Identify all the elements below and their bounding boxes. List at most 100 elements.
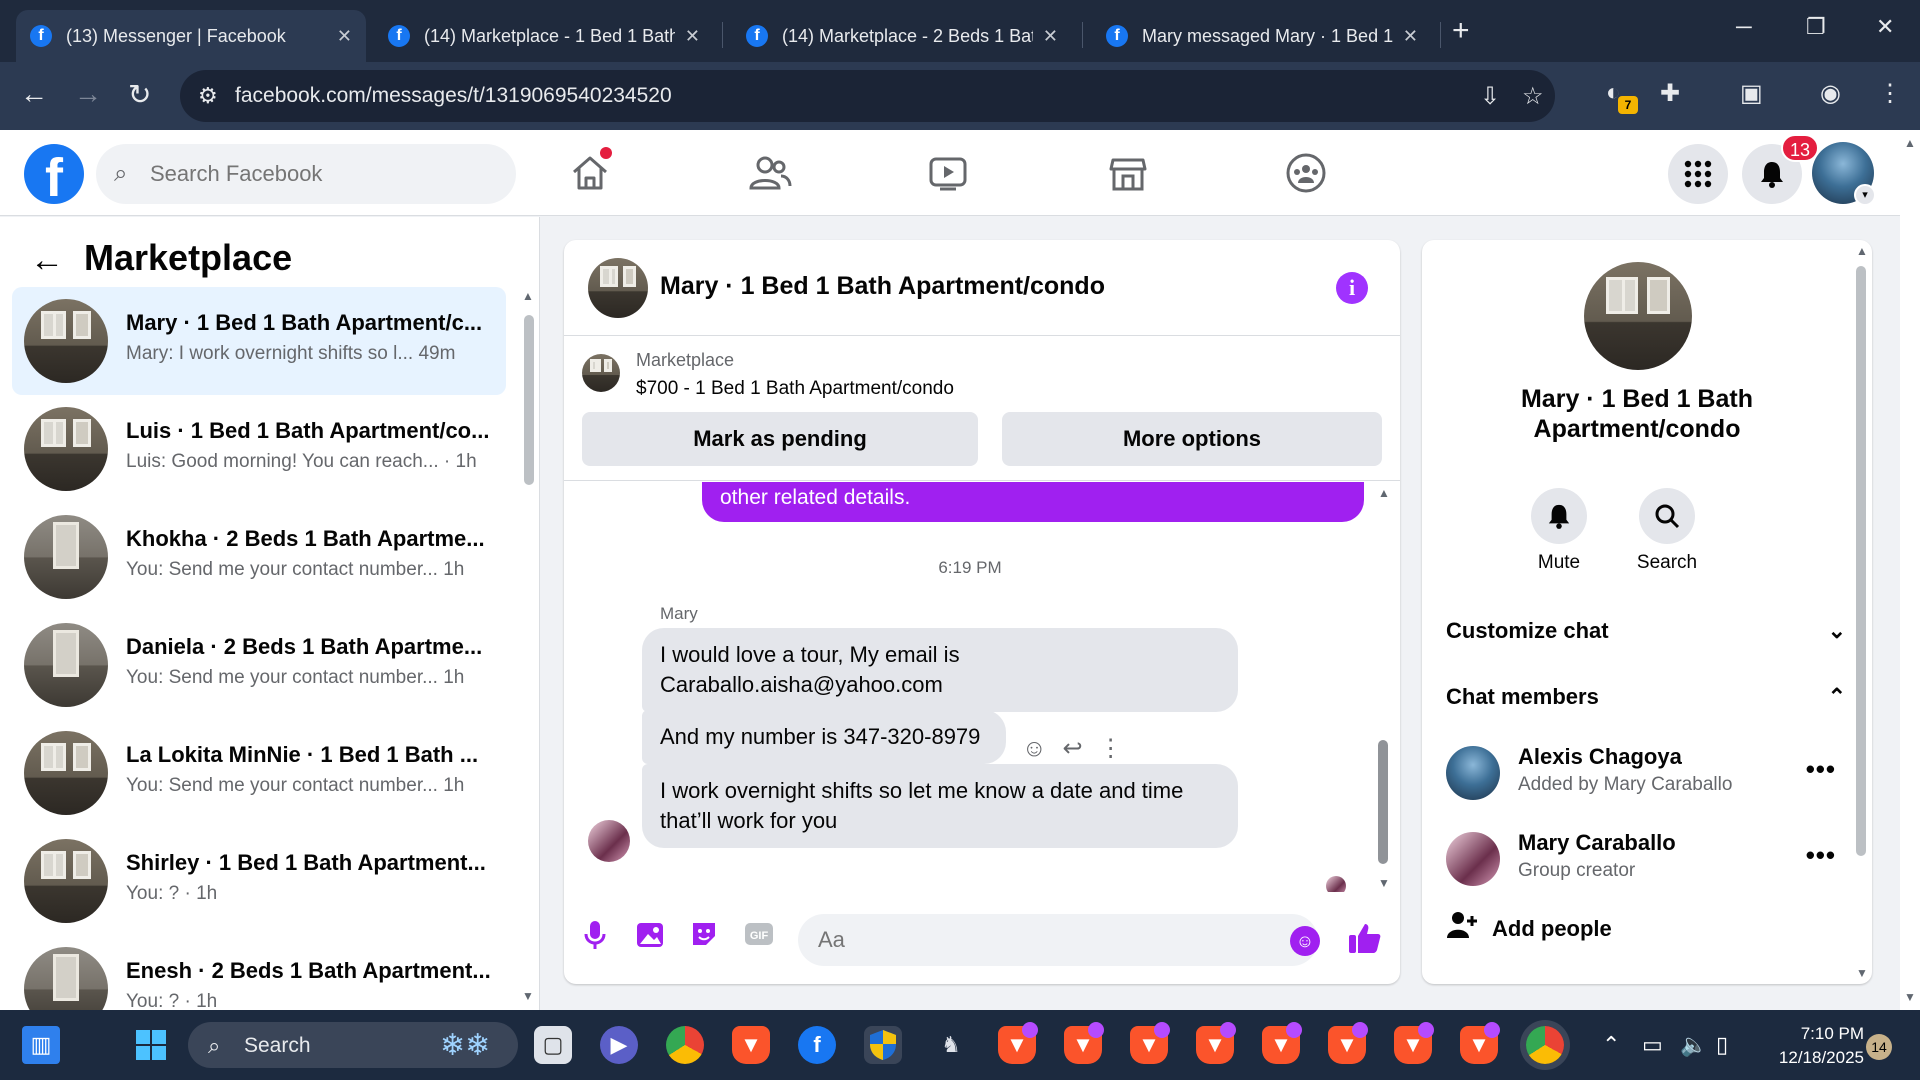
show-hidden-icons-icon[interactable]: ⌃ <box>1602 1032 1620 1058</box>
conversation-list-scrollbar[interactable] <box>524 315 534 485</box>
listing-price-title[interactable]: $700 - 1 Bed 1 Bath Apartment/condo <box>636 378 954 400</box>
bookmark-star-icon[interactable]: ☆ <box>1522 82 1544 111</box>
video-chat-icon[interactable]: ▶ <box>600 1026 638 1064</box>
back-arrow-icon[interactable]: ← <box>20 78 48 110</box>
incoming-message[interactable]: And my number is 347-320-8979 <box>642 710 1006 764</box>
close-tab-icon[interactable]: ✕ <box>337 26 352 47</box>
emoji-icon[interactable]: ☺ <box>1290 926 1320 956</box>
profile-icon[interactable]: ◉ <box>1820 79 1841 108</box>
gif-icon[interactable]: GIF <box>744 920 774 955</box>
taskbar-search-box[interactable]: ⌕ Search ❄❄ <box>188 1022 518 1068</box>
microphone-icon[interactable] <box>584 920 606 957</box>
info-panel-scrollbar[interactable] <box>1856 266 1866 856</box>
conversation-item[interactable]: Daniela · 2 Beds 1 Bath Apartme... You: … <box>12 611 506 719</box>
scroll-up-icon[interactable]: ▲ <box>522 289 534 303</box>
more-options-icon[interactable]: ••• <box>1806 840 1836 871</box>
search-in-conversation-button[interactable]: Search <box>1622 488 1712 574</box>
facebook-search-input[interactable] <box>150 154 490 194</box>
customize-chat-section[interactable]: Customize chat ⌄ <box>1446 618 1846 644</box>
address-bar[interactable]: ⚙ facebook.com/messages/t/13190695402345… <box>180 70 1555 122</box>
minimize-window-icon[interactable]: ─ <box>1736 14 1752 40</box>
chevron-down-icon[interactable]: ⌄ <box>1828 618 1846 644</box>
widgets-icon[interactable]: ▥ <box>22 1026 60 1064</box>
facebook-logo-icon[interactable]: f <box>24 144 84 204</box>
photo-icon[interactable] <box>636 920 666 955</box>
facebook-app-icon[interactable]: f <box>798 1026 836 1064</box>
member-item[interactable]: Alexis Chagoya Added by Mary Caraballo •… <box>1446 740 1846 810</box>
close-window-icon[interactable]: ✕ <box>1876 14 1894 40</box>
notification-center-badge[interactable]: 14 <box>1866 1034 1892 1060</box>
menu-grid-icon[interactable] <box>1668 144 1728 204</box>
close-tab-icon[interactable]: ✕ <box>1403 26 1418 47</box>
sticker-icon[interactable] <box>690 920 718 955</box>
tab-mary-messaged[interactable]: f Mary messaged Mary · 1 Bed 1 ✕ <box>1092 10 1432 62</box>
install-app-icon[interactable]: ⇩ <box>1480 82 1500 111</box>
conversation-item[interactable]: Shirley · 1 Bed 1 Bath Apartment... You:… <box>12 827 506 935</box>
url-text[interactable]: facebook.com/messages/t/1319069540234520 <box>235 84 672 108</box>
chat-members-section[interactable]: Chat members ⌃ <box>1446 684 1846 710</box>
site-info-icon[interactable]: ⚙ <box>198 83 218 109</box>
chrome-icon[interactable] <box>666 1026 704 1064</box>
conversation-photo[interactable] <box>1584 262 1692 370</box>
close-tab-icon[interactable]: ✕ <box>1043 26 1058 47</box>
more-options-icon[interactable]: ••• <box>1806 754 1836 785</box>
reload-icon[interactable]: ↻ <box>128 78 151 111</box>
incoming-message[interactable]: I would love a tour, My email is Carabal… <box>642 628 1238 712</box>
outgoing-message[interactable]: other related details. <box>702 482 1364 522</box>
sender-avatar[interactable] <box>588 820 630 862</box>
chat-thumbnail[interactable] <box>588 258 648 318</box>
forward-arrow-icon[interactable]: → <box>74 78 102 110</box>
browser-menu-icon[interactable]: ⋮ <box>1878 79 1902 108</box>
more-actions-icon[interactable]: ⋮ <box>1099 734 1123 763</box>
thumbs-up-icon[interactable] <box>1348 922 1382 962</box>
task-view-icon[interactable]: ▢ <box>534 1026 572 1064</box>
incoming-message[interactable]: I work overnight shifts so let me know a… <box>642 764 1238 848</box>
more-options-button[interactable]: More options <box>1002 412 1382 466</box>
new-tab-button[interactable]: + <box>1452 14 1470 48</box>
scroll-up-icon[interactable]: ▲ <box>1904 136 1916 150</box>
react-emoji-icon[interactable]: ☺ <box>1022 735 1047 763</box>
extensions-puzzle-icon[interactable]: ✚ <box>1660 79 1680 108</box>
back-arrow-icon[interactable]: ← <box>30 241 64 280</box>
tab-marketplace-1bed[interactable]: f (14) Marketplace - 1 Bed 1 Bath ✕ <box>374 10 714 62</box>
battery-icon[interactable]: ▯ <box>1716 1032 1728 1058</box>
scroll-up-icon[interactable]: ▲ <box>1856 244 1868 258</box>
conversation-item[interactable]: La Lokita MinNie · 1 Bed 1 Bath ... You:… <box>12 719 506 827</box>
tab-messenger[interactable]: f (13) Messenger | Facebook ✕ <box>16 10 366 62</box>
marketplace-icon[interactable] <box>1104 150 1152 196</box>
message-input[interactable] <box>798 914 1318 966</box>
chat-title[interactable]: Mary · 1 Bed 1 Bath Apartment/condo <box>660 272 1105 301</box>
conversation-item[interactable]: Luis · 1 Bed 1 Bath Apartment/co... Luis… <box>12 395 506 503</box>
volume-icon[interactable]: 🔈 <box>1680 1032 1707 1058</box>
system-clock[interactable]: 7:10 PM 12/18/2025 <box>1754 1022 1864 1070</box>
chrome-active-icon[interactable] <box>1526 1026 1564 1064</box>
tab-marketplace-2beds[interactable]: f (14) Marketplace - 2 Beds 1 Bat ✕ <box>732 10 1072 62</box>
windows-start-icon[interactable] <box>132 1026 170 1064</box>
chevron-down-icon[interactable]: ▾ <box>1854 184 1876 206</box>
facebook-search-box[interactable]: ⌕ <box>96 144 516 204</box>
groups-icon[interactable] <box>1282 150 1330 196</box>
scroll-up-icon[interactable]: ▲ <box>1378 486 1390 500</box>
mark-as-pending-button[interactable]: Mark as pending <box>582 412 978 466</box>
scroll-down-icon[interactable]: ▼ <box>522 989 534 1003</box>
scroll-down-icon[interactable]: ▼ <box>1378 876 1390 890</box>
info-icon[interactable]: i <box>1336 272 1368 304</box>
account-avatar[interactable]: ▾ <box>1812 142 1876 206</box>
page-scrollbar[interactable]: ▲ ▼ <box>1900 130 1920 1010</box>
chat-scrollbar[interactable] <box>1378 740 1388 864</box>
search-icon[interactable] <box>1639 488 1695 544</box>
bell-icon[interactable] <box>1531 488 1587 544</box>
security-shield-icon[interactable] <box>864 1026 902 1064</box>
reading-list-icon[interactable]: ▣ <box>1740 79 1763 108</box>
video-icon[interactable] <box>924 150 972 196</box>
friends-icon[interactable] <box>746 150 794 196</box>
network-icon[interactable]: ▭ <box>1642 1032 1663 1058</box>
mute-button[interactable]: Mute <box>1514 488 1604 574</box>
listing-thumbnail[interactable] <box>582 354 620 392</box>
close-tab-icon[interactable]: ✕ <box>685 26 700 47</box>
conversation-item[interactable]: Khokha · 2 Beds 1 Bath Apartme... You: S… <box>12 503 506 611</box>
brave-browser-icon[interactable]: ▼ <box>732 1026 770 1064</box>
conversation-item[interactable]: Mary · 1 Bed 1 Bath Apartment/c... Mary:… <box>12 287 506 395</box>
conversation-item[interactable]: Enesh · 2 Beds 1 Bath Apartment... You: … <box>12 935 506 1010</box>
reply-icon[interactable]: ↩ <box>1063 734 1083 763</box>
